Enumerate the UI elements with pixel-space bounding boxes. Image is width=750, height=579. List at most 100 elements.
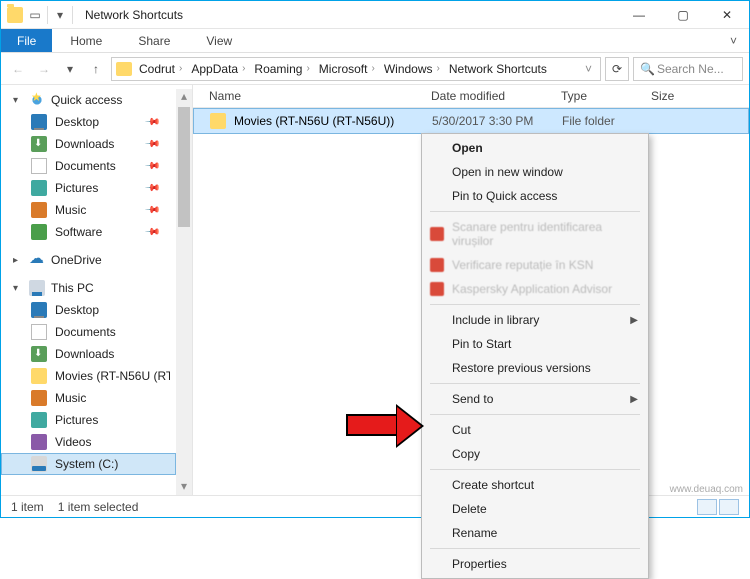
folder-icon — [31, 368, 47, 384]
annotation-arrow — [346, 414, 396, 436]
menu-item[interactable]: Send to▶ — [422, 387, 648, 411]
desktop-icon — [31, 302, 47, 318]
folder-icon — [210, 113, 226, 129]
menu-item[interactable]: Properties — [422, 552, 648, 576]
menu-item[interactable]: Kaspersky Application Advisor — [422, 277, 648, 301]
sidebar-scrollbar[interactable]: ▴▾ — [176, 89, 192, 495]
pc-icon — [29, 280, 45, 296]
watermark: www.deuaq.com — [670, 484, 743, 495]
file-name: Movies (RT-N56U (RT-N56U)) — [234, 114, 394, 128]
context-menu: OpenOpen in new windowPin to Quick acces… — [421, 133, 649, 579]
menu-item[interactable]: Copy — [422, 442, 648, 466]
sidebar-item[interactable]: Videos — [1, 431, 176, 453]
menu-item[interactable]: Open in new window — [422, 160, 648, 184]
search-placeholder: Search Ne... — [657, 62, 724, 76]
qat-new-folder-icon[interactable]: ▭ — [27, 7, 43, 23]
share-tab[interactable]: Share — [120, 29, 188, 52]
qat-dropdown-icon[interactable]: ▾ — [52, 7, 68, 23]
column-type[interactable]: Type — [553, 89, 643, 103]
column-headers[interactable]: Name Date modified Type Size — [193, 85, 749, 108]
desktop-icon — [31, 114, 47, 130]
pin-icon: 📌 — [143, 114, 160, 131]
pin-icon: 📌 — [143, 180, 160, 197]
pin-icon: 📌 — [143, 136, 160, 153]
sidebar-this-pc[interactable]: ▾ This PC — [1, 277, 176, 299]
menu-item[interactable]: Pin to Quick access — [422, 184, 648, 208]
music-icon — [31, 390, 47, 406]
title-bar: ▭ ▾ Network Shortcuts — ▢ ✕ — [1, 1, 749, 29]
address-bar[interactable]: Codrut› AppData› Roaming› Microsoft› Win… — [111, 57, 601, 81]
menu-item[interactable]: Pin to Start — [422, 332, 648, 356]
sidebar-item[interactable]: Pictures📌 — [1, 177, 176, 199]
sidebar-item[interactable]: Movies (RT-N56U (RT-N5 — [1, 365, 176, 387]
sidebar-item[interactable]: Desktop — [1, 299, 176, 321]
downloads-icon — [31, 136, 47, 152]
menu-item[interactable]: Open — [422, 136, 648, 160]
sidebar-item[interactable]: Music📌 — [1, 199, 176, 221]
documents-icon — [31, 324, 47, 340]
app-icon — [430, 282, 444, 296]
menu-item[interactable]: Restore previous versions — [422, 356, 648, 380]
software-icon — [31, 224, 47, 240]
breadcrumb: Microsoft› — [317, 62, 381, 76]
minimize-button[interactable]: — — [617, 1, 661, 29]
menu-item[interactable]: Create shortcut — [422, 473, 648, 497]
window-title: Network Shortcuts — [79, 8, 617, 22]
sidebar-quick-access[interactable]: ▾ Quick access — [1, 89, 176, 111]
refresh-button[interactable]: ⟳ — [605, 57, 629, 81]
back-button[interactable]: ← — [7, 58, 29, 80]
folder-icon — [116, 62, 132, 76]
search-box[interactable]: 🔍 Search Ne... — [633, 57, 743, 81]
column-name[interactable]: Name — [193, 89, 423, 103]
sidebar-item[interactable]: Pictures — [1, 409, 176, 431]
file-type: File folder — [554, 114, 644, 128]
chevron-right-icon: ▶ — [630, 315, 638, 326]
navigation-row: ← → ▾ ↑ Codrut› AppData› Roaming› Micros… — [1, 53, 749, 85]
sidebar-item[interactable]: System (C:) — [1, 453, 176, 475]
menu-item[interactable]: Rename — [422, 521, 648, 545]
breadcrumb: AppData› — [189, 62, 251, 76]
up-button[interactable]: ↑ — [85, 58, 107, 80]
menu-item[interactable]: Include in library▶ — [422, 308, 648, 332]
file-row[interactable]: Movies (RT-N56U (RT-N56U)) 5/30/2017 3:3… — [193, 108, 749, 134]
sidebar-item[interactable]: Documents📌 — [1, 155, 176, 177]
column-size[interactable]: Size — [643, 89, 749, 103]
sidebar-onedrive[interactable]: ▸ OneDrive — [1, 249, 176, 271]
menu-item[interactable]: Delete — [422, 497, 648, 521]
sidebar-item[interactable]: Music — [1, 387, 176, 409]
maximize-button[interactable]: ▢ — [661, 1, 705, 29]
details-view-button[interactable] — [697, 499, 717, 515]
breadcrumb: Network Shortcuts — [447, 62, 549, 76]
sidebar-item[interactable]: Documents — [1, 321, 176, 343]
pin-icon: 📌 — [143, 202, 160, 219]
chevron-right-icon: ▶ — [630, 394, 638, 405]
sidebar-item[interactable]: Desktop📌 — [1, 111, 176, 133]
file-tab[interactable]: File — [1, 29, 52, 52]
pin-icon: 📌 — [143, 158, 160, 175]
pictures-icon — [31, 180, 47, 196]
pin-icon: 📌 — [143, 224, 160, 241]
thumbnails-view-button[interactable] — [719, 499, 739, 515]
sidebar-item[interactable]: Downloads — [1, 343, 176, 365]
navigation-pane: ▾ Quick access Desktop📌Downloads📌Documen… — [1, 85, 193, 495]
home-tab[interactable]: Home — [52, 29, 120, 52]
pictures-icon — [31, 412, 47, 428]
expand-ribbon-button[interactable]: ˅ — [718, 29, 749, 52]
cloud-icon — [29, 252, 45, 268]
file-date: 5/30/2017 3:30 PM — [424, 114, 554, 128]
menu-item[interactable]: Scanare pentru identificarea virușilor — [422, 215, 648, 253]
close-button[interactable]: ✕ — [705, 1, 749, 29]
menu-item[interactable]: Cut — [422, 418, 648, 442]
music-icon — [31, 202, 47, 218]
view-tab[interactable]: View — [188, 29, 250, 52]
menu-item[interactable]: Verificare reputație în KSN — [422, 253, 648, 277]
sidebar-item[interactable]: Downloads📌 — [1, 133, 176, 155]
address-dropdown-icon[interactable]: ˅ — [581, 62, 596, 76]
column-date[interactable]: Date modified — [423, 89, 553, 103]
downloads-icon — [31, 346, 47, 362]
forward-button[interactable]: → — [33, 58, 55, 80]
search-icon: 🔍 — [640, 62, 655, 76]
recent-locations-button[interactable]: ▾ — [59, 58, 81, 80]
sidebar-item[interactable]: Software📌 — [1, 221, 176, 243]
breadcrumb: Windows› — [382, 62, 446, 76]
